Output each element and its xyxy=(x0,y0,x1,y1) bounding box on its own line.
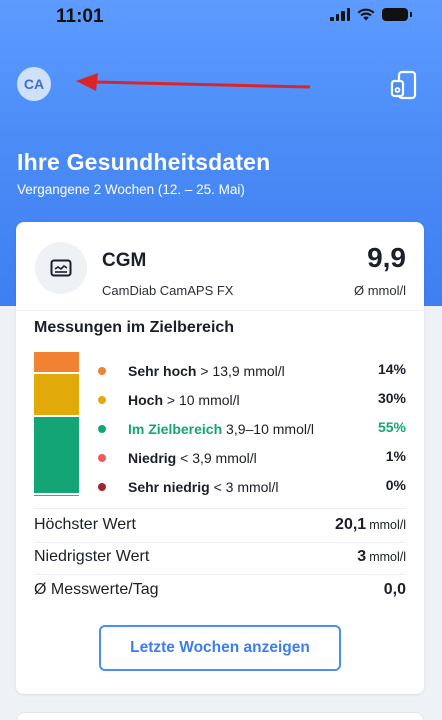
time-in-range-segment xyxy=(34,371,79,415)
status-icons xyxy=(330,8,412,21)
range-percent: 1% xyxy=(385,448,406,464)
time-in-range-segment xyxy=(34,352,79,372)
range-dot-icon xyxy=(98,482,106,491)
stat-row-readings-per-day: Ø Messwerte/Tag 0,0 xyxy=(34,579,406,603)
avatar[interactable]: CA xyxy=(17,67,51,101)
cgm-device-name: CamDiab CamAPS FX xyxy=(102,283,234,298)
cellular-signal-icon xyxy=(330,8,350,21)
date-range-subtitle: Vergangene 2 Wochen (12. – 25. Mai) xyxy=(17,182,245,197)
next-card xyxy=(16,712,424,720)
share-device-icon[interactable] xyxy=(390,70,418,100)
divider xyxy=(34,542,406,543)
annotation-arrow-icon xyxy=(76,73,311,91)
cgm-card: CGM CamDiab CamAPS FX 9,9 Ø mmol/l Messu… xyxy=(16,222,424,694)
range-dot-icon xyxy=(98,424,106,433)
wifi-icon xyxy=(357,8,375,21)
range-name: Im Zielbereich xyxy=(128,420,223,437)
cgm-icon-container xyxy=(35,242,87,294)
range-label: Sehr hoch > 13,9 mmol/l xyxy=(128,363,285,379)
stat-number: 3 xyxy=(357,548,367,565)
average-glucose-value: 9,9 xyxy=(367,242,406,273)
status-bar: 11:01 xyxy=(0,0,442,34)
range-name: Niedrig xyxy=(128,449,177,466)
range-list: Sehr hoch > 13,9 mmol/l 14% Hoch > 10 mmol… xyxy=(98,356,406,501)
stat-label: Niedrigster Wert xyxy=(34,548,150,565)
stat-unit: mmol/l xyxy=(369,550,406,564)
average-glucose-unit: Ø mmol/l xyxy=(354,283,406,298)
range-percent: 55% xyxy=(377,419,406,435)
range-row: Sehr hoch > 13,9 mmol/l 14% xyxy=(98,356,406,385)
stat-value: 20,1 mmol/l xyxy=(335,516,406,534)
range-name: Hoch xyxy=(128,391,163,408)
time-in-range-segment xyxy=(34,414,79,494)
range-row: Niedrig < 3,9 mmol/l 1% xyxy=(98,443,406,472)
range-label: Im Zielbereich 3,9–10 mmol/l xyxy=(128,421,314,437)
range-threshold: < 3,9 mmol/l xyxy=(176,449,257,466)
divider xyxy=(34,508,406,509)
range-percent: 30% xyxy=(377,390,406,406)
range-threshold: > 13,9 mmol/l xyxy=(196,362,285,379)
range-name: Sehr niedrig xyxy=(128,478,210,495)
divider xyxy=(34,574,406,575)
time-in-range-title: Messungen im Zielbereich xyxy=(34,319,235,336)
stat-value: 3 mmol/l xyxy=(357,548,406,566)
card-divider xyxy=(16,310,424,311)
range-percent: 0% xyxy=(385,477,406,493)
range-dot-icon xyxy=(98,453,106,462)
range-label: Hoch > 10 mmol/l xyxy=(128,392,240,408)
range-row: Sehr niedrig < 3 mmol/l 0% xyxy=(98,472,406,501)
stat-number: 0,0 xyxy=(383,581,406,598)
range-row: Im Zielbereich 3,9–10 mmol/l 55% xyxy=(98,414,406,443)
range-threshold: 3,9–10 mmol/l xyxy=(222,420,314,437)
battery-icon xyxy=(382,8,412,21)
stat-value: 0,0 xyxy=(384,581,406,599)
stat-unit: mmol/l xyxy=(369,518,406,532)
stat-row-highest: Höchster Wert 20,1 mmol/l xyxy=(34,514,406,538)
range-row: Hoch > 10 mmol/l 30% xyxy=(98,385,406,414)
stat-number: 20,1 xyxy=(335,516,367,533)
range-label: Niedrig < 3,9 mmol/l xyxy=(128,450,257,466)
stat-row-lowest: Niedrigster Wert 3 mmol/l xyxy=(34,546,406,570)
range-threshold: > 10 mmol/l xyxy=(163,391,240,408)
range-name: Sehr hoch xyxy=(128,362,197,379)
range-dot-icon xyxy=(98,395,106,404)
time-in-range-bar xyxy=(34,352,79,497)
range-threshold: < 3 mmol/l xyxy=(209,478,279,495)
stat-label: Höchster Wert xyxy=(34,516,136,533)
time-in-range-segment xyxy=(34,493,79,497)
range-dot-icon xyxy=(98,366,106,375)
cgm-sensor-icon xyxy=(50,259,72,277)
range-percent: 14% xyxy=(377,361,406,377)
range-label: Sehr niedrig < 3 mmol/l xyxy=(128,479,279,495)
page-title: Ihre Gesundheitsdaten xyxy=(17,149,271,175)
status-time: 11:01 xyxy=(56,6,104,27)
show-recent-weeks-button[interactable]: Letzte Wochen anzeigen xyxy=(99,625,341,671)
stat-label: Ø Messwerte/Tag xyxy=(34,581,159,598)
cgm-title: CGM xyxy=(102,250,147,271)
